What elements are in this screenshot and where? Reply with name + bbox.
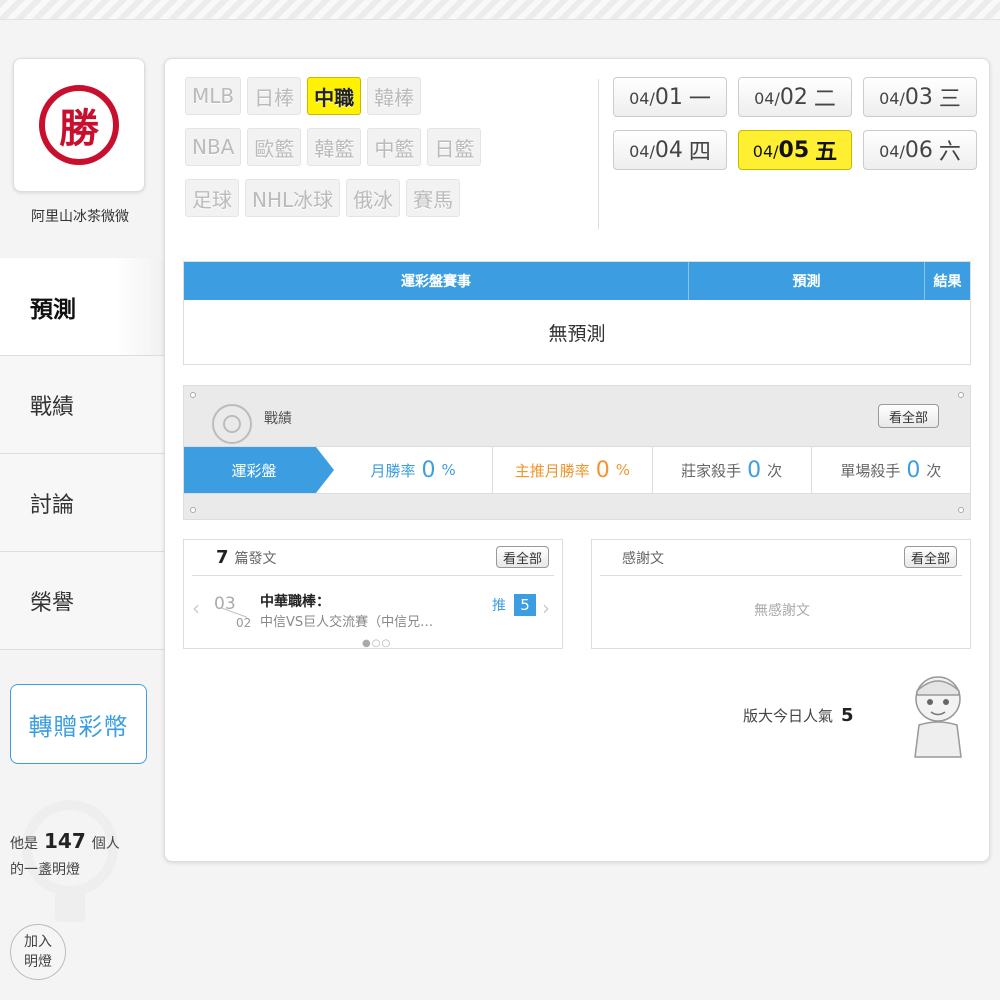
main-panel: MLB 日棒 中職 韓棒 NBA 歐籃 韓籃 中籃 日籃 足球 NHL冰球 俄冰 賽馬 04/01 一… (164, 58, 990, 862)
chevron-left-icon[interactable]: ‹ (192, 596, 200, 620)
stat-monthly-win-rate: 月勝率 0% (334, 447, 494, 493)
posts-count: 7 (216, 547, 229, 568)
league-button[interactable]: 中籃 (367, 128, 422, 166)
league-row: 足球 NHL冰球 俄冰 賽馬 (185, 179, 585, 217)
record-stats-bar: 運彩盤 月勝率 0% 主推月勝率 0% 莊家殺手 0 次 單場殺手 0 次 (184, 446, 970, 494)
side-nav: 預測 戰績 討論 榮譽 (0, 258, 164, 650)
popularity-value: 5 (841, 705, 854, 726)
thanks-view-all-button[interactable]: 看全部 (904, 546, 958, 568)
league-filter: MLB 日棒 中職 韓棒 NBA 歐籃 韓籃 中籃 日籃 足球 NHL冰球 俄冰 賽馬 (185, 77, 585, 230)
user-name[interactable]: 阿里山冰茶微微 (0, 206, 160, 226)
corner-dot (190, 392, 196, 398)
league-button[interactable]: 日籃 (427, 128, 482, 166)
pager-dots[interactable]: ●○○ (362, 638, 391, 649)
prediction-table-header: 運彩盤賽事 預測 結果 (184, 262, 970, 300)
chevron-right-icon[interactable]: › (542, 596, 550, 620)
date-button[interactable]: 04/06 六 (863, 130, 977, 170)
stat-single-killer: 單場殺手 0 次 (840, 457, 942, 483)
nav-item-discuss[interactable]: 討論 (0, 454, 164, 552)
posts-view-all-button[interactable]: 看全部 (496, 546, 550, 568)
league-row: NBA 歐籃 韓籃 中籃 日籃 (185, 128, 585, 166)
league-button[interactable]: 足球 (185, 179, 239, 217)
light-count: 147 (44, 829, 86, 853)
date-row: 04/04 四 04/05 五 04/06 六 (613, 130, 978, 170)
nav-item-predict[interactable]: 預測 (0, 258, 164, 356)
date-button[interactable]: 04/02 二 (738, 77, 852, 117)
record-title: 戰績 (264, 411, 292, 427)
league-button[interactable]: 歐籃 (247, 128, 302, 166)
push-count: 5 (514, 594, 536, 616)
record-tab-lottery[interactable]: 運彩盤 (184, 447, 334, 493)
corner-dot (958, 507, 964, 513)
record-panel: 戰績 看全部 運彩盤 月勝率 0% 主推月勝率 0% 莊家殺手 0 次 單場殺手 0 次 (183, 385, 971, 520)
posts-box: 7 篇發文 看全部 ‹ 03 02 中華職棒： 中信VS巨人交流賽（中信兄… 推 … (183, 539, 563, 649)
date-button[interactable]: 04/01 一 (613, 77, 727, 117)
avatar[interactable]: 勝 (13, 58, 145, 192)
corner-dot (958, 392, 964, 398)
date-button[interactable]: 04/04 四 (613, 130, 727, 170)
date-row: 04/01 一 04/02 二 04/03 三 (613, 77, 978, 117)
popularity: 版大今日人氣 5 (743, 705, 854, 726)
date-picker: 04/01 一 04/02 二 04/03 三 04/04 四 04/05 五 04/06 六 (613, 77, 978, 183)
post-item[interactable]: ‹ 03 02 中華職棒： 中信VS巨人交流賽（中信兄… 推 5 › (192, 588, 554, 634)
post-subtitle: 中信VS巨人交流賽（中信兄… (260, 615, 434, 630)
donate-coins-button[interactable]: 轉贈彩幣 (10, 684, 147, 764)
divider (598, 79, 599, 229)
avatar-seal-icon: 勝 (39, 85, 119, 165)
light-count-text: 他是 147 個人 的一盞明燈 (10, 829, 120, 878)
date-button[interactable]: 04/03 三 (863, 77, 977, 117)
lightbulb-base-icon (55, 892, 85, 922)
top-decorative-edge (0, 0, 1000, 20)
league-button[interactable]: 日棒 (247, 77, 302, 115)
thanks-empty: 無感謝文 (754, 603, 810, 619)
col-event: 運彩盤賽事 (184, 262, 689, 300)
post-date: 03 02 (214, 594, 252, 630)
nav-item-record[interactable]: 戰績 (0, 356, 164, 454)
join-light-button[interactable]: 加入 明燈 (10, 924, 66, 980)
league-row: MLB 日棒 中職 韓棒 (185, 77, 585, 115)
corner-dot (190, 507, 196, 513)
league-button[interactable]: NHL冰球 (245, 179, 341, 217)
stat-banker-killer: 莊家殺手 0 次 (653, 447, 812, 493)
league-button[interactable]: 中職 (307, 77, 362, 115)
target-icon (212, 404, 252, 444)
col-result: 結果 (933, 274, 962, 290)
push-label: 推 (492, 598, 506, 614)
league-button[interactable]: 韓棒 (367, 77, 422, 115)
post-title: 中華職棒： (260, 594, 330, 610)
nav-item-honor[interactable]: 榮譽 (0, 552, 164, 650)
prediction-table: 運彩盤賽事 預測 結果 無預測 (183, 261, 971, 365)
league-button[interactable]: NBA (185, 128, 242, 166)
thanks-box: 感謝文 看全部 無感謝文 (591, 539, 971, 649)
league-button[interactable]: MLB (185, 77, 242, 115)
league-button[interactable]: 賽馬 (406, 179, 461, 217)
stat-main-win-rate: 主推月勝率 0% (493, 447, 653, 493)
league-button[interactable]: 韓籃 (307, 128, 362, 166)
date-button[interactable]: 04/05 五 (738, 130, 852, 170)
mascot-icon (914, 676, 962, 758)
col-prediction: 預測 (689, 262, 925, 300)
prediction-empty: 無預測 (548, 322, 606, 345)
league-button[interactable]: 俄冰 (346, 179, 401, 217)
record-view-all-button[interactable]: 看全部 (878, 404, 940, 428)
